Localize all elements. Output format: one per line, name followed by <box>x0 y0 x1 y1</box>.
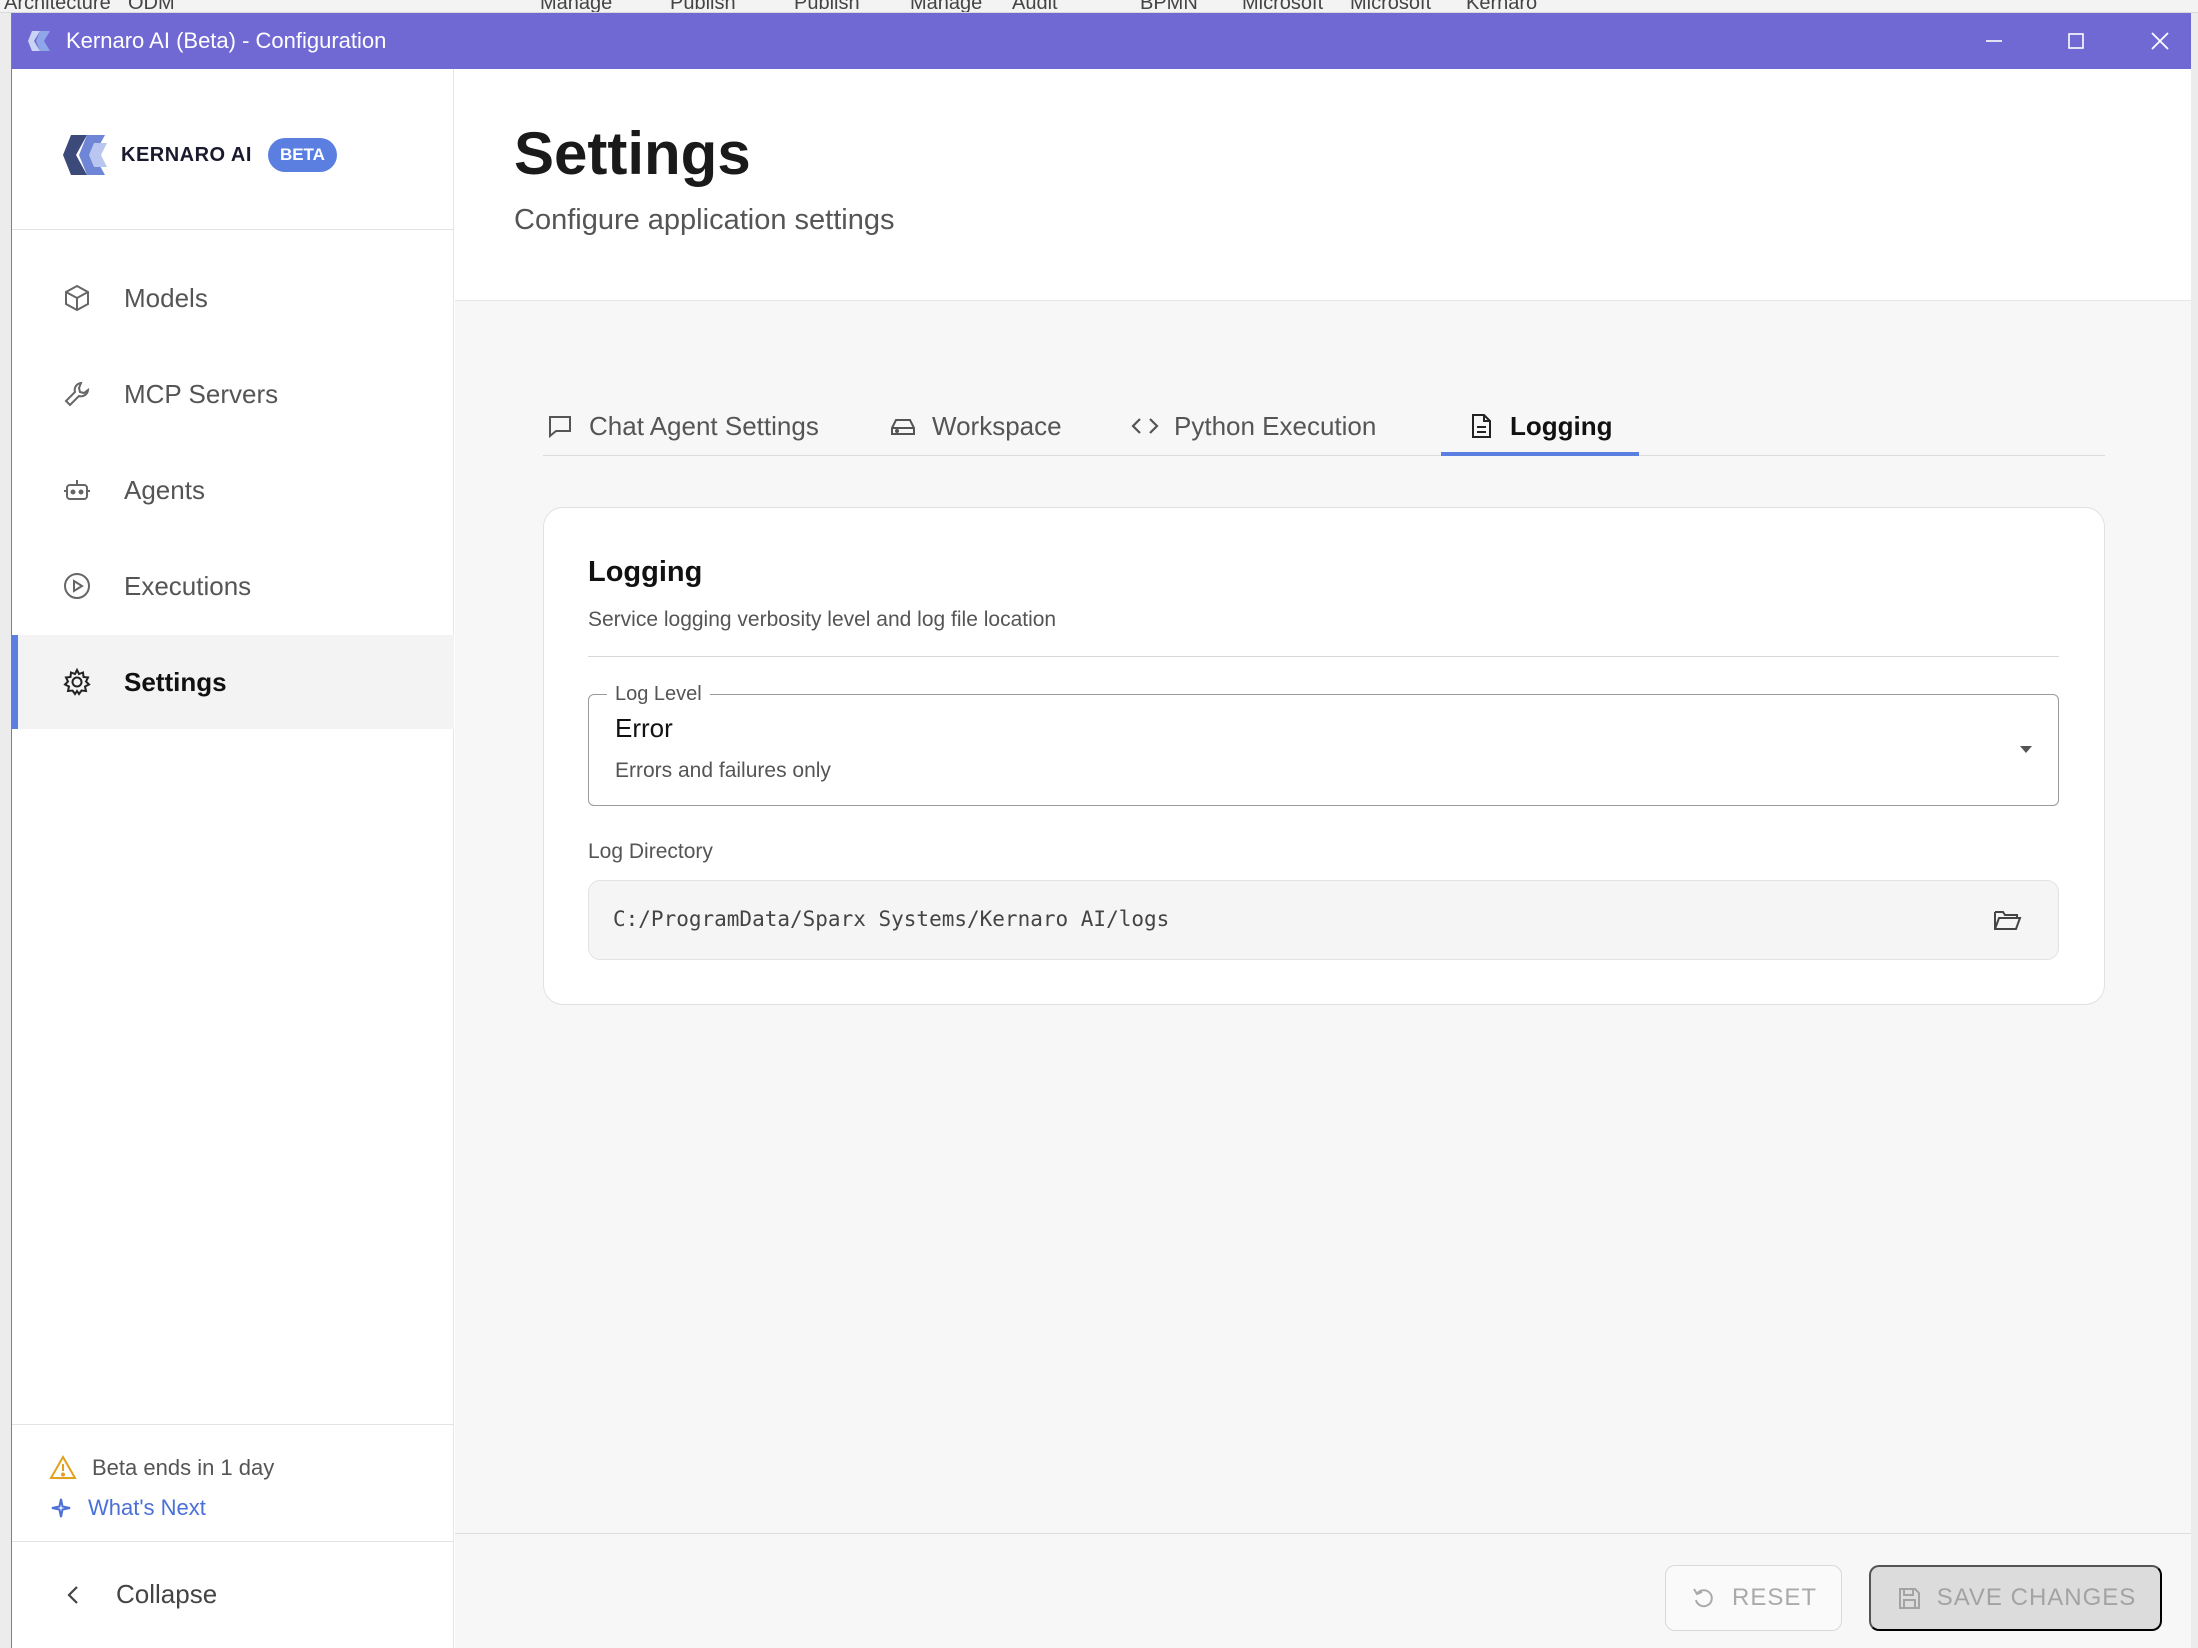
app-window: Kernaro AI (Beta) - Configuration KERNAR… <box>11 13 2191 1648</box>
wrench-icon <box>60 377 94 411</box>
whats-next-label: What's Next <box>88 1495 206 1520</box>
active-tab-indicator <box>1441 452 1639 456</box>
collapse-label: Collapse <box>116 1579 218 1609</box>
sparkle-icon <box>51 1498 71 1518</box>
title-bar[interactable]: Kernaro AI (Beta) - Configuration <box>12 13 2191 69</box>
chevron-left-icon <box>67 1585 78 1604</box>
play-circle-icon <box>60 569 94 603</box>
page-subtitle: Configure application settings <box>514 204 895 236</box>
whats-next-link[interactable]: What's Next <box>48 1495 206 1521</box>
background-tab: Manage <box>910 0 983 13</box>
save-label: SAVE CHANGES <box>1936 1584 2137 1611</box>
browse-folder-button[interactable] <box>1990 903 2024 937</box>
tab-chat-agent-settings[interactable]: Chat Agent Settings <box>545 396 819 456</box>
background-tab: BPMN <box>1140 0 1198 13</box>
background-tab: Audit <box>1012 0 1058 13</box>
tab-workspace[interactable]: Workspace <box>888 396 1062 456</box>
beta-notice-text: Beta ends in 1 day <box>92 1455 275 1480</box>
background-tab: Publish <box>670 0 736 13</box>
reset-button[interactable]: RESET <box>1665 1565 1842 1631</box>
action-footer: RESET SAVE CHANGES <box>455 1533 2191 1648</box>
log-directory-field[interactable]: C:/ProgramData/Sparx Systems/Kernaro AI/… <box>588 880 2059 960</box>
tab-logging[interactable]: Logging <box>1466 396 1613 456</box>
document-icon <box>1466 411 1496 441</box>
log-directory-label: Log Directory <box>588 840 713 863</box>
robot-icon <box>60 473 94 507</box>
cube-icon <box>60 281 94 315</box>
maximize-icon <box>2068 33 2084 49</box>
window-title: Kernaro AI (Beta) - Configuration <box>66 28 387 53</box>
app-logo-icon <box>28 31 50 51</box>
background-tab: Kernaro <box>1466 0 1538 13</box>
tab-python-execution[interactable]: Python Execution <box>1130 396 1376 456</box>
sidebar: KERNARO AI BETA Models MCP Servers Agent… <box>12 69 454 1648</box>
reset-label: RESET <box>1731 1584 1817 1611</box>
background-tab: Microsoft <box>1350 0 1432 13</box>
sidebar-item-executions[interactable]: Executions <box>12 539 454 633</box>
sidebar-item-agents[interactable]: Agents <box>12 443 454 537</box>
tab-label: Python Execution <box>1174 410 1377 441</box>
caret-down-icon <box>2020 746 2032 753</box>
brand-name: KERNARO AI <box>121 143 252 166</box>
card-title: Logging <box>588 556 703 588</box>
background-tab: Publish <box>794 0 860 13</box>
background-tab: Microsoft <box>1242 0 1324 13</box>
log-directory-value: C:/ProgramData/Sparx Systems/Kernaro AI/… <box>613 907 1170 931</box>
page-title: Settings <box>514 120 751 187</box>
sidebar-item-settings[interactable]: Settings <box>12 635 454 729</box>
card-description: Service logging verbosity level and log … <box>588 608 1057 631</box>
reset-icon <box>1690 1584 1718 1612</box>
settings-tabs: Chat Agent Settings Workspace Python Exe… <box>543 396 2105 456</box>
folder-open-icon <box>1994 911 2022 930</box>
collapse-button[interactable]: Collapse <box>62 1579 217 1610</box>
background-tab: Architecture <box>4 0 111 13</box>
code-icon <box>1130 411 1160 441</box>
sidebar-item-label: Executions <box>124 570 252 601</box>
drive-icon <box>888 411 918 441</box>
card-divider <box>588 656 2059 657</box>
tab-label: Logging <box>1510 410 1613 441</box>
logging-card: Logging Service logging verbosity level … <box>543 507 2105 1005</box>
sidebar-item-mcp-servers[interactable]: MCP Servers <box>12 347 454 441</box>
main-content: Settings Configure application settings … <box>455 69 2191 1648</box>
save-changes-button[interactable]: SAVE CHANGES <box>1869 1565 2162 1631</box>
page-header: Settings Configure application settings <box>455 69 2191 301</box>
sidebar-footer-divider <box>12 1541 454 1542</box>
chat-icon <box>545 411 575 441</box>
background-tab: ODM <box>128 0 175 13</box>
kernaro-logo-icon <box>63 135 107 175</box>
beta-notice: Beta ends in 1 day <box>48 1453 274 1483</box>
minimize-button[interactable] <box>1954 13 2034 69</box>
log-level-value: Error <box>615 713 673 743</box>
minimize-icon <box>1986 40 2002 42</box>
tab-label: Chat Agent Settings <box>589 410 819 441</box>
gear-icon <box>60 665 94 699</box>
log-level-label: Log Level <box>607 683 710 706</box>
sidebar-item-label: Settings <box>124 666 227 697</box>
sidebar-item-label: MCP Servers <box>124 378 279 409</box>
sidebar-divider <box>12 229 454 230</box>
log-level-select[interactable]: Log Level Error Errors and failures only <box>588 683 2059 806</box>
background-app-ribbon: Architecture ODM Manage Publish Publish … <box>0 0 2198 13</box>
tab-label: Workspace <box>932 410 1062 441</box>
sidebar-item-label: Agents <box>124 474 205 505</box>
sidebar-footer-divider <box>12 1424 454 1425</box>
close-button[interactable] <box>2120 13 2191 69</box>
brand: KERNARO AI BETA <box>61 129 337 181</box>
save-icon <box>1895 1584 1923 1612</box>
log-level-hint: Errors and failures only <box>615 759 831 782</box>
beta-badge: BETA <box>267 138 337 172</box>
sidebar-item-label: Models <box>124 282 208 313</box>
maximize-button[interactable] <box>2036 13 2116 69</box>
close-icon <box>2151 32 2169 50</box>
sidebar-item-models[interactable]: Models <box>12 251 454 345</box>
background-tab: Manage <box>540 0 613 13</box>
warning-icon <box>49 1454 77 1479</box>
